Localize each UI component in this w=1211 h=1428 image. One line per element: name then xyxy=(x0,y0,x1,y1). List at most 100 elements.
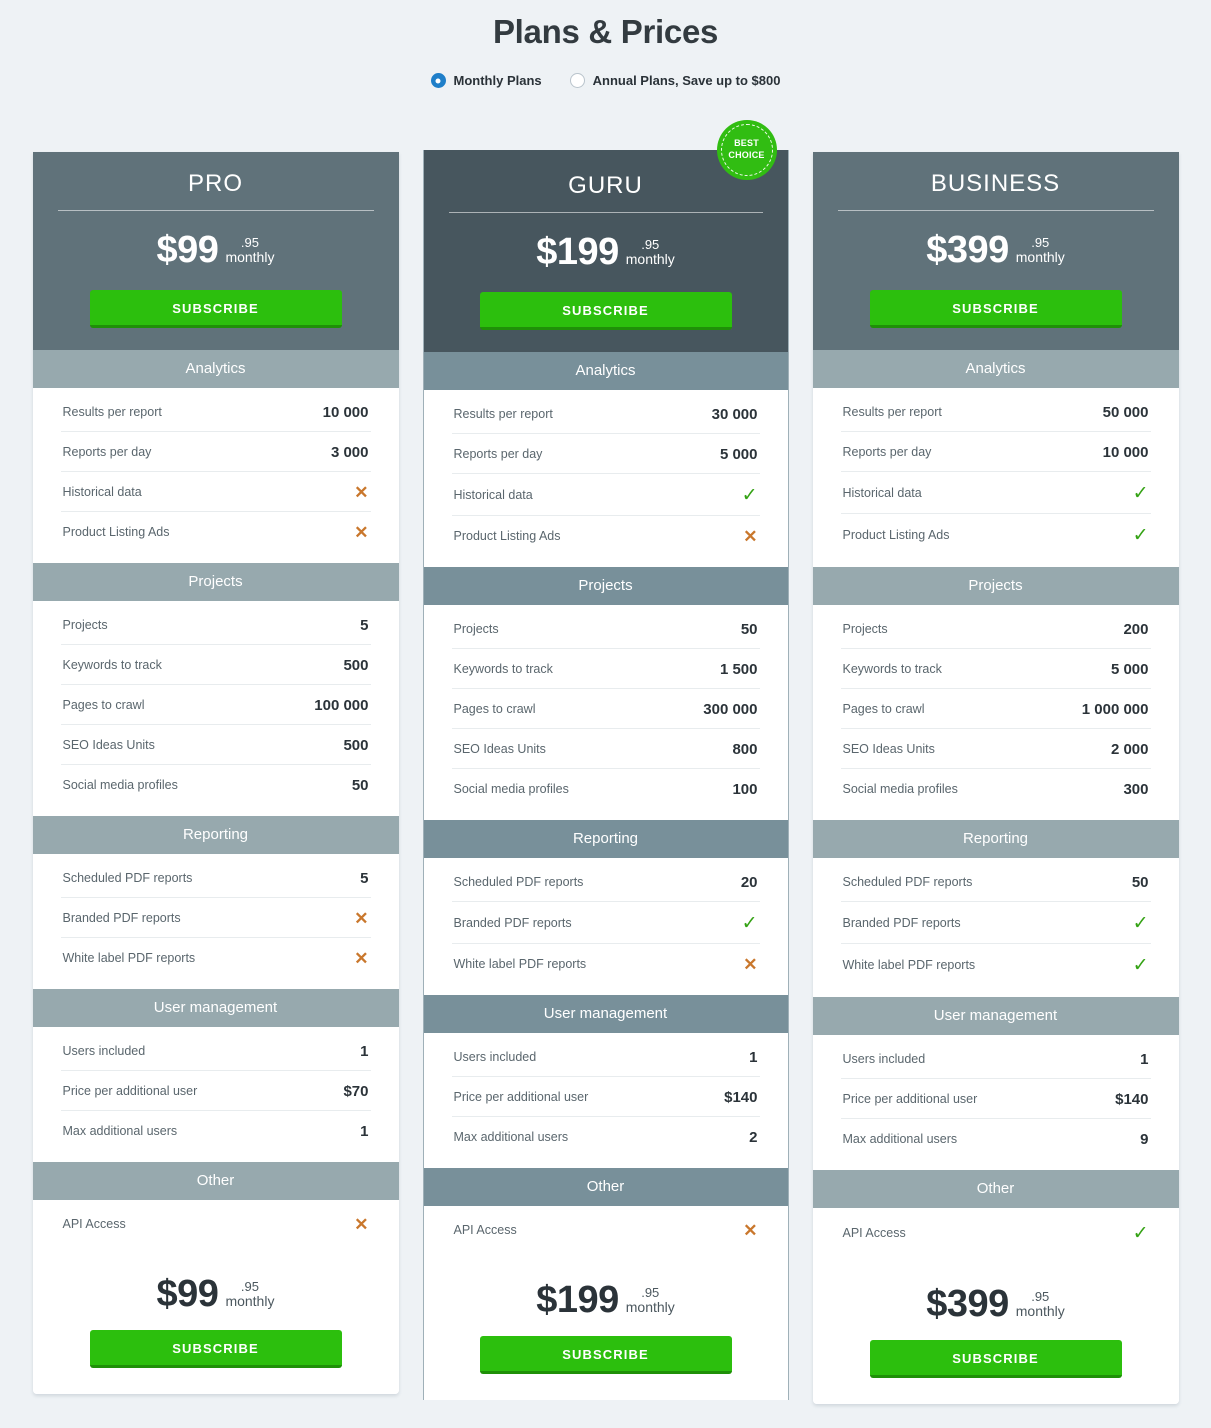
price-cents: .95 xyxy=(641,1284,660,1300)
section-header-reporting: Reporting xyxy=(32,815,399,854)
section-body-reporting: Scheduled PDF reports 5 Branded PDF report… xyxy=(32,853,399,989)
feature-row: Branded PDF reports ✓ xyxy=(451,902,760,944)
badge-line-1: BEST xyxy=(734,138,759,149)
feature-row: Reports per day 10 000 xyxy=(840,432,1151,472)
price-cents: .95 xyxy=(1031,1288,1050,1304)
section-body-user-management: Users included 1 Price per additional user… xyxy=(812,1034,1179,1170)
price-amount: $199 xyxy=(536,1278,619,1321)
radio-option-monthly[interactable]: Monthly Plans xyxy=(430,73,542,88)
pricing-card-pro: PRO $99.95 monthly SUBSCRIBE Analytics Result… xyxy=(32,152,399,1394)
section-header-other: Other xyxy=(423,1167,788,1206)
section-header-projects: Projects xyxy=(32,562,399,601)
subscribe-button-top[interactable]: SUBSCRIBE xyxy=(869,289,1122,328)
feature-row: Social media profiles 300 xyxy=(841,769,1151,808)
subscribe-button-top[interactable]: SUBSCRIBE xyxy=(479,291,732,330)
radio-option-annual[interactable]: Annual Plans, Save up to $800 xyxy=(569,73,780,88)
feature-row: SEO Ideas Units 800 xyxy=(451,729,760,769)
section-body-projects: Projects 5 Keywords to track 500 Pages to cr… xyxy=(32,600,399,816)
feature-row: API Access ✕ xyxy=(61,1204,371,1243)
feature-row: Scheduled PDF reports 5 xyxy=(60,858,371,898)
feature-value: 500 xyxy=(343,656,369,674)
feature-check-icon: ✓ xyxy=(1132,482,1149,504)
feature-label: SEO Ideas Units xyxy=(453,742,546,757)
feature-label: Historical data xyxy=(453,488,533,503)
subscribe-button-bottom[interactable]: SUBSCRIBE xyxy=(479,1335,732,1374)
feature-value: 100 xyxy=(732,780,758,798)
best-choice-badge: BEST CHOICE xyxy=(716,120,777,180)
section-body-reporting: Scheduled PDF reports 20 Branded PDF repor… xyxy=(423,857,788,995)
feature-value: 3 000 xyxy=(330,443,369,461)
feature-row: API Access ✕ xyxy=(452,1210,760,1249)
feature-label: Results per report xyxy=(842,405,942,420)
feature-value: 100 000 xyxy=(314,696,369,714)
feature-label: Keywords to track xyxy=(453,662,553,677)
feature-row: Projects 50 xyxy=(451,609,760,649)
feature-check-icon: ✓ xyxy=(741,912,758,934)
feature-row: Historical data ✓ xyxy=(840,472,1151,514)
feature-row: Social media profiles 50 xyxy=(61,765,371,804)
feature-row: Max additional users 9 xyxy=(841,1119,1151,1158)
feature-label: Users included xyxy=(842,1052,926,1067)
feature-row: Users included 1 xyxy=(60,1031,371,1071)
feature-label: API Access xyxy=(453,1223,517,1238)
feature-label: Pages to crawl xyxy=(453,702,536,717)
feature-label: Users included xyxy=(453,1050,537,1065)
feature-value: 30 000 xyxy=(711,405,758,423)
feature-label: Pages to crawl xyxy=(842,702,925,717)
section-body-analytics: Results per report 10 000 Reports per day 3… xyxy=(32,387,399,563)
feature-label: White label PDF reports xyxy=(453,957,587,972)
price-amount: $99 xyxy=(156,1272,219,1315)
feature-row: Keywords to track 1 500 xyxy=(451,649,760,689)
subscribe-button-bottom[interactable]: SUBSCRIBE xyxy=(869,1339,1122,1378)
feature-label: Historical data xyxy=(62,485,142,500)
radio-icon-annual[interactable] xyxy=(569,73,585,88)
price-cents: .95 xyxy=(1031,235,1050,250)
page-title: Plans & Prices xyxy=(492,13,719,50)
feature-label: Scheduled PDF reports xyxy=(842,875,973,890)
feature-row: White label PDF reports ✓ xyxy=(841,944,1151,985)
section-header-other: Other xyxy=(812,1169,1179,1208)
feature-label: Projects xyxy=(453,622,499,637)
feature-value: 5 000 xyxy=(719,445,758,463)
feature-label: API Access xyxy=(62,1217,126,1232)
feature-label: Social media profiles xyxy=(62,778,178,793)
section-header-analytics: Analytics xyxy=(812,349,1179,388)
card-header: GURU $199 .95 monthly SUBSCRIBE xyxy=(423,150,788,352)
price-block: $399 .95 monthly xyxy=(835,229,1157,271)
feature-check-icon: ✓ xyxy=(1132,1222,1149,1244)
feature-label: Max additional users xyxy=(62,1124,178,1139)
feature-value: 50 000 xyxy=(1102,403,1149,421)
feature-check-icon: ✓ xyxy=(1132,912,1149,934)
feature-row: Product Listing Ads ✕ xyxy=(61,512,371,551)
feature-label: Projects xyxy=(842,622,888,637)
plan-name: BUSINESS xyxy=(930,170,1061,197)
section-body-projects: Projects 50 Keywords to track 1 500 Pages to… xyxy=(423,604,788,820)
price-period: monthly xyxy=(625,251,675,268)
feature-row: Results per report 10 000 xyxy=(60,392,371,432)
price-block: $99 .95 monthly xyxy=(55,1272,377,1315)
section-header-reporting: Reporting xyxy=(812,819,1179,858)
price-amount: $399 xyxy=(926,229,1009,271)
billing-toggle: Monthly Plans Annual Plans, Save up to $… xyxy=(0,73,1211,88)
feature-label: Social media profiles xyxy=(453,782,569,797)
badge-line-2: CHOICE xyxy=(728,150,765,160)
feature-value: 1 xyxy=(1140,1050,1149,1068)
feature-value: 50 xyxy=(740,620,758,638)
card-footer: $199 .95 monthly SUBSCRIBE xyxy=(423,1260,788,1400)
price-cents: .95 xyxy=(641,237,660,252)
feature-value: 1 xyxy=(360,1042,369,1060)
price-block: $199 .95 monthly xyxy=(446,233,766,271)
section-header-projects: Projects xyxy=(812,566,1179,605)
radio-icon-monthly[interactable] xyxy=(430,73,446,88)
price-period: monthly xyxy=(1015,249,1065,266)
section-header-other: Other xyxy=(32,1161,399,1200)
feature-row: SEO Ideas Units 500 xyxy=(60,725,371,765)
feature-value: 20 xyxy=(740,873,758,891)
subscribe-button-top[interactable]: SUBSCRIBE xyxy=(89,289,342,328)
feature-label: Max additional users xyxy=(842,1132,958,1147)
feature-value: 1 xyxy=(360,1122,369,1140)
card-footer: $99 .95 monthly SUBSCRIBE xyxy=(32,1254,399,1394)
subscribe-button-bottom[interactable]: SUBSCRIBE xyxy=(89,1329,342,1368)
section-body-user-management: Users included 1 Price per additional user… xyxy=(423,1032,788,1168)
feature-cross-icon: ✕ xyxy=(743,526,758,546)
